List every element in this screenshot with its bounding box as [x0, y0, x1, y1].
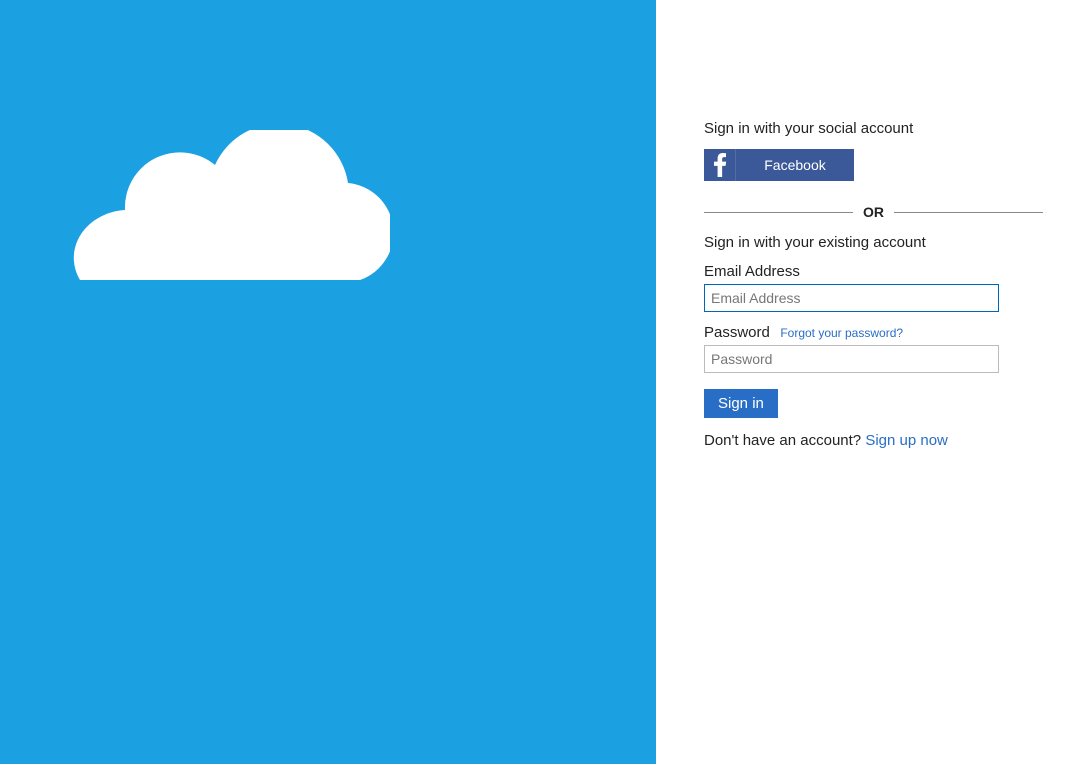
cloud-icon	[50, 130, 390, 295]
email-label: Email Address	[704, 263, 800, 280]
signin-button[interactable]: Sign in	[704, 389, 778, 418]
signup-link[interactable]: Sign up now	[865, 432, 948, 449]
or-text: OR	[853, 204, 894, 220]
facebook-icon	[704, 149, 736, 181]
email-field[interactable]	[704, 284, 999, 312]
signin-panel: Sign in with your social account Faceboo…	[656, 0, 1091, 764]
forgot-password-link[interactable]: Forgot your password?	[780, 326, 903, 340]
password-label: Password	[704, 324, 770, 341]
hero-panel	[0, 0, 656, 764]
facebook-label: Facebook	[736, 157, 854, 173]
divider: OR	[704, 204, 1043, 220]
facebook-button[interactable]: Facebook	[704, 149, 854, 181]
signup-prompt: Don't have an account?	[704, 432, 865, 449]
password-field[interactable]	[704, 345, 999, 373]
existing-heading: Sign in with your existing account	[704, 234, 1043, 251]
social-heading: Sign in with your social account	[704, 120, 1043, 137]
